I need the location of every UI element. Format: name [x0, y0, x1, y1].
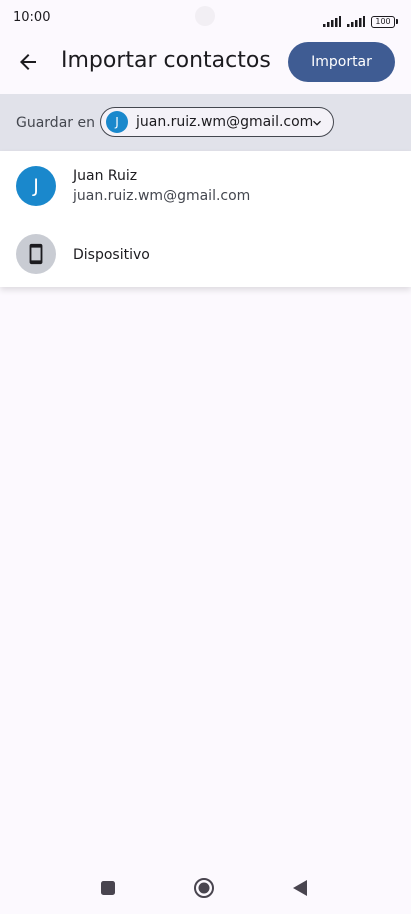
- account-selector-chip[interactable]: J juan.ruiz.wm@gmail.com: [100, 107, 334, 137]
- nav-back-button[interactable]: [288, 876, 312, 900]
- chevron-down-icon: [313, 120, 321, 126]
- system-navigation-bar: [0, 862, 411, 914]
- status-time: 10:00: [13, 10, 51, 25]
- battery-icon: 100: [371, 15, 398, 28]
- top-app-bar: Importar contactos Importar: [0, 36, 411, 94]
- selected-account-email: juan.ruiz.wm@gmail.com: [136, 114, 314, 130]
- recents-square-icon: [101, 881, 115, 895]
- import-button[interactable]: Importar: [288, 42, 395, 82]
- signal-icon-2: [347, 12, 365, 31]
- recents-button[interactable]: [96, 876, 120, 900]
- status-icons: 100: [323, 12, 398, 31]
- account-avatar: J: [16, 166, 56, 206]
- save-in-label: Guardar en: [16, 115, 95, 131]
- status-bar: 10:00 100: [0, 0, 411, 36]
- device-label: Dispositivo: [73, 247, 150, 263]
- back-triangle-icon: [293, 880, 307, 896]
- account-name: Juan Ruiz: [73, 168, 138, 184]
- account-avatar: J: [106, 111, 128, 133]
- page-title: Importar contactos: [61, 48, 271, 73]
- smartphone-icon: [29, 243, 43, 265]
- account-email: juan.ruiz.wm@gmail.com: [73, 188, 251, 204]
- arrow-left-icon: [20, 54, 36, 70]
- menu-item-google-account[interactable]: J Juan Ruiz juan.ruiz.wm@gmail.com: [0, 151, 411, 219]
- back-button[interactable]: [8, 42, 48, 82]
- account-dropdown-menu: J Juan Ruiz juan.ruiz.wm@gmail.com Dispo…: [0, 151, 411, 287]
- menu-item-device[interactable]: Dispositivo: [0, 219, 411, 287]
- home-button[interactable]: [192, 876, 216, 900]
- camera-cutout: [195, 6, 215, 26]
- device-avatar: [16, 234, 56, 274]
- save-in-bar: Guardar en J juan.ruiz.wm@gmail.com: [0, 94, 411, 152]
- home-circle-icon: [194, 878, 214, 898]
- signal-icon: [323, 12, 341, 31]
